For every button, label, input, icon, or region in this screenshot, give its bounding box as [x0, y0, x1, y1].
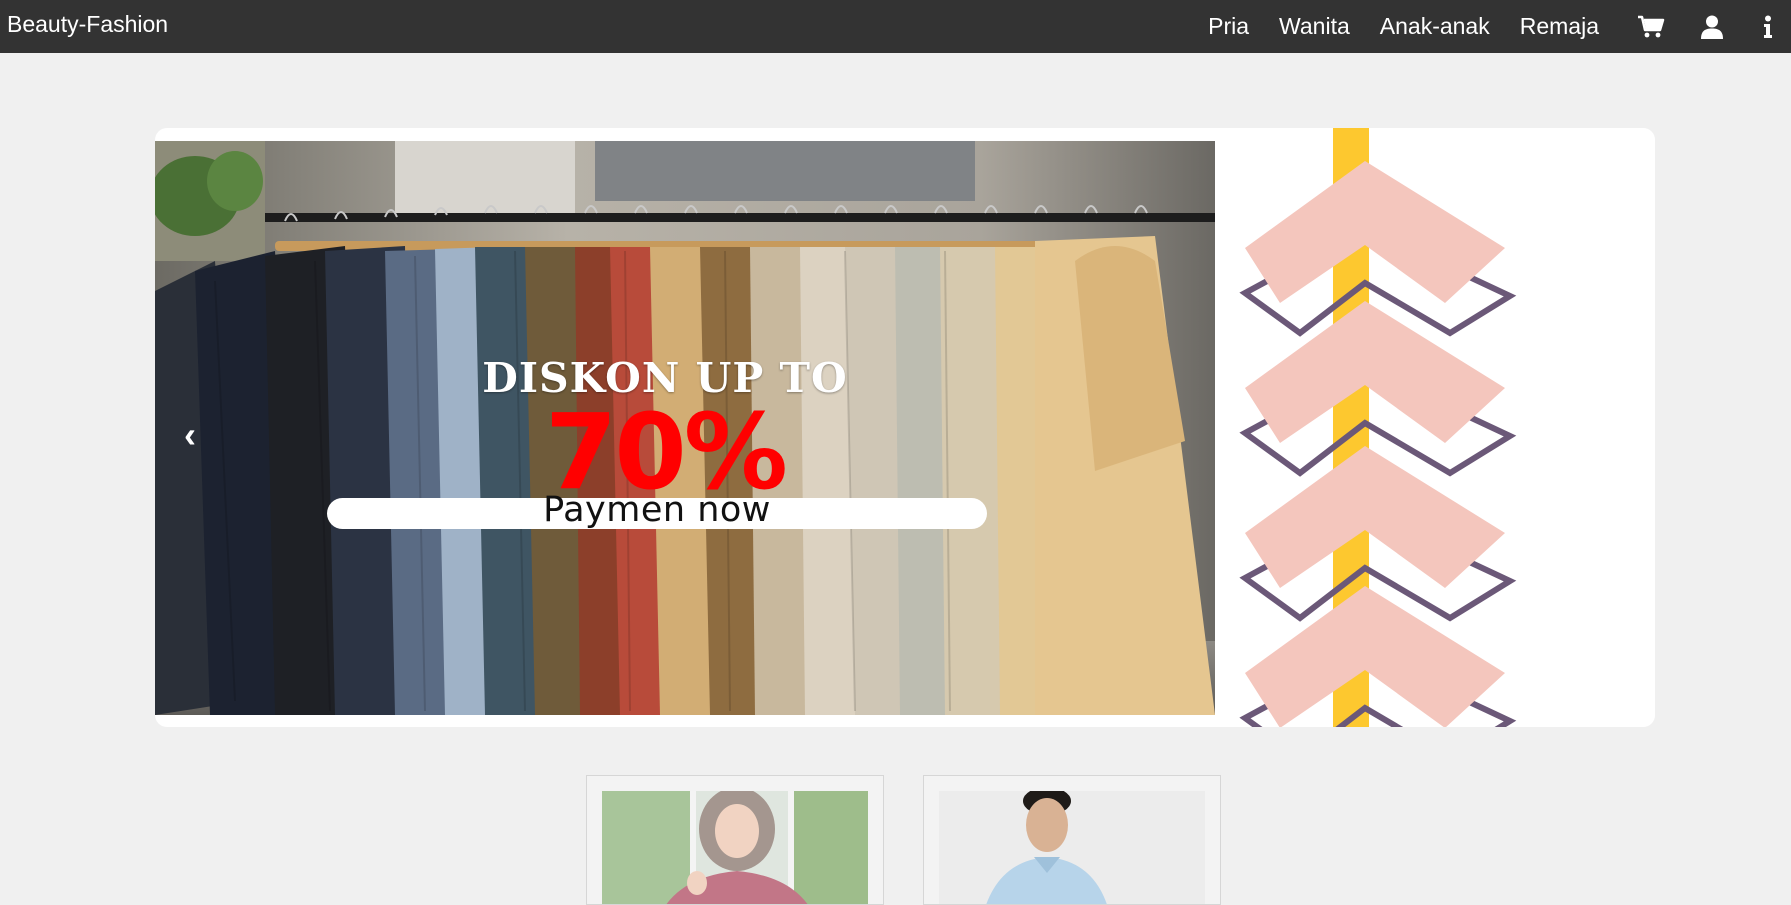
man-in-blue-shirt-photo — [939, 791, 1205, 904]
info-icon[interactable] — [1763, 0, 1773, 53]
product-card-man[interactable] — [923, 775, 1221, 905]
nav-link-remaja[interactable]: Remaja — [1520, 2, 1599, 51]
chevron-decoration — [1215, 128, 1655, 727]
user-icon[interactable] — [1701, 0, 1723, 53]
payment-now-button[interactable] — [327, 498, 987, 529]
nav-link-pria[interactable]: Pria — [1208, 2, 1249, 51]
nav-link-wanita[interactable]: Wanita — [1279, 2, 1350, 51]
promo-slideshow: DISKON UP TO 70% Paymen now ‹ — [155, 128, 1655, 727]
product-card-woman[interactable] — [586, 775, 884, 905]
top-navbar: Beauty-Fashion Pria Wanita Anak-anak Rem… — [0, 0, 1791, 53]
prev-slide-button[interactable]: ‹ — [175, 413, 205, 457]
cart-icon[interactable] — [1637, 0, 1665, 53]
discount-percent: 70% — [545, 391, 788, 513]
nav-link-anak-anak[interactable]: Anak-anak — [1380, 2, 1490, 51]
woman-in-hijab-photo — [602, 791, 868, 904]
brand-logo-link[interactable]: Beauty-Fashion — [7, 0, 168, 53]
nav-links: Pria Wanita Anak-anak Remaja — [1208, 0, 1791, 53]
